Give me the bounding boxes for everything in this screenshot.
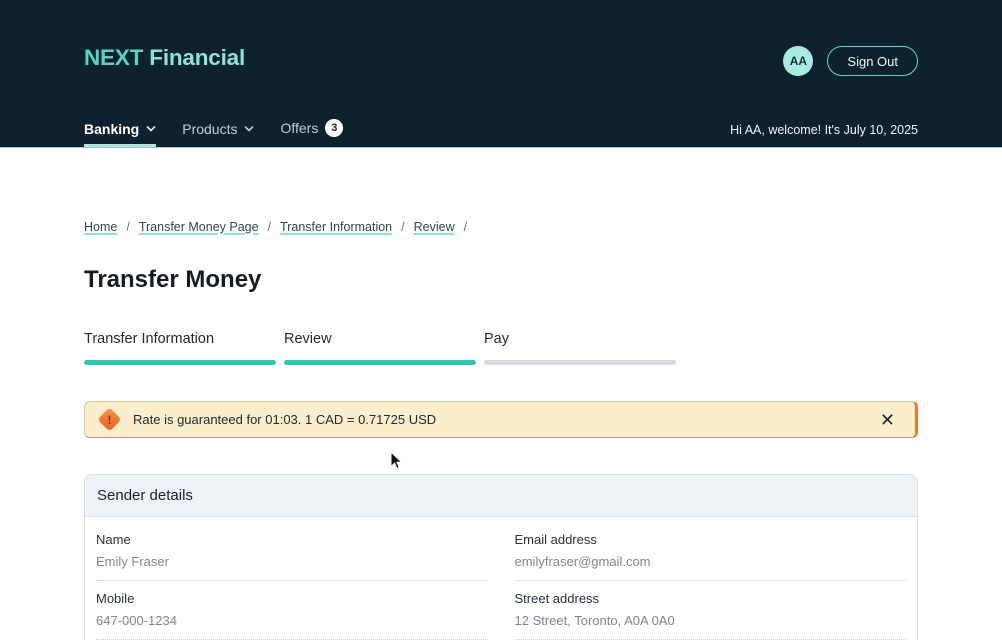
- field-mobile: Mobile 647-000-1234: [96, 581, 488, 640]
- offers-count-badge: 3: [325, 119, 343, 137]
- step-review[interactable]: Review: [284, 331, 476, 365]
- main-content: Home / Transfer Money Page / Transfer In…: [84, 148, 918, 640]
- nav-item-label: Products: [182, 121, 237, 137]
- sign-out-button[interactable]: Sign Out: [827, 46, 918, 76]
- warning-exclamation: !: [108, 414, 112, 426]
- warning-diamond-icon: !: [97, 407, 121, 431]
- sender-details-card-title: Sender details: [85, 475, 917, 517]
- field-label: Email address: [515, 532, 907, 547]
- breadcrumb-separator: /: [401, 220, 404, 234]
- nav-item-label: Offers: [280, 120, 318, 136]
- breadcrumb: Home / Transfer Money Page / Transfer In…: [84, 220, 918, 234]
- field-label: Street address: [515, 591, 907, 606]
- field-street-address: Street address 12 Street, Toronto, A0A 0…: [515, 581, 907, 640]
- breadcrumb-link-review[interactable]: Review: [414, 220, 455, 234]
- app-header: NEXT Financial AA Sign Out Banking Produ…: [0, 0, 1002, 148]
- step-progress: Transfer Information Review Pay: [84, 331, 918, 365]
- chevron-down-icon: [146, 124, 156, 134]
- field-value: 12 Street, Toronto, A0A 0A0: [515, 613, 907, 628]
- nav-item-label: Banking: [84, 121, 139, 137]
- step-progress-bar: [284, 360, 476, 365]
- step-label: Pay: [484, 331, 676, 347]
- field-label: Name: [96, 532, 488, 547]
- breadcrumb-link-transfer-money-page[interactable]: Transfer Money Page: [139, 220, 259, 234]
- main-nav: Banking Products Offers 3 Hi AA, welcome…: [84, 119, 918, 147]
- brand-logo-secondary: Financial: [149, 45, 245, 70]
- welcome-message: Hi AA, welcome! It's July 10, 2025: [730, 123, 918, 147]
- chevron-down-icon: [244, 124, 254, 134]
- brand-logo-primary: NEXT: [84, 45, 143, 70]
- field-name: Name Emily Fraser: [96, 532, 488, 581]
- breadcrumb-link-home[interactable]: Home: [84, 220, 117, 234]
- field-value: Emily Fraser: [96, 554, 488, 569]
- brand-logo: NEXT Financial: [84, 45, 245, 71]
- field-value: emilyfraser@gmail.com: [515, 554, 907, 569]
- field-email-address: Email address emilyfraser@gmail.com: [515, 532, 907, 581]
- field-value: 647-000-1234: [96, 613, 488, 628]
- breadcrumb-link-transfer-information[interactable]: Transfer Information: [280, 220, 392, 234]
- field-label: Mobile: [96, 591, 488, 606]
- breadcrumb-separator: /: [126, 220, 129, 234]
- page-title: Transfer Money: [84, 266, 918, 294]
- step-label: Transfer Information: [84, 331, 276, 347]
- sender-details-fields: Name Emily Fraser Email address emilyfra…: [85, 517, 917, 640]
- step-progress-bar: [84, 360, 276, 365]
- step-progress-bar: [484, 360, 676, 365]
- nav-item-banking[interactable]: Banking: [84, 121, 156, 147]
- nav-item-offers[interactable]: Offers 3: [280, 119, 343, 147]
- avatar[interactable]: AA: [783, 46, 813, 76]
- rate-guarantee-text: Rate is guaranteed for 01:03. 1 CAD = 0.…: [133, 412, 436, 427]
- rate-guarantee-alert: ! Rate is guaranteed for 01:03. 1 CAD = …: [84, 401, 918, 438]
- app-window: NEXT Financial AA Sign Out Banking Produ…: [0, 0, 1002, 640]
- step-transfer-information[interactable]: Transfer Information: [84, 331, 276, 365]
- sender-details-card: Sender details Name Emily Fraser Email a…: [84, 474, 918, 640]
- breadcrumb-separator: /: [268, 220, 271, 234]
- alert-close-button[interactable]: ✕: [876, 409, 899, 431]
- breadcrumb-separator: /: [464, 220, 467, 234]
- step-label: Review: [284, 331, 476, 347]
- account-area: AA Sign Out: [783, 46, 918, 76]
- step-pay[interactable]: Pay: [484, 331, 676, 365]
- nav-item-products[interactable]: Products: [182, 121, 254, 147]
